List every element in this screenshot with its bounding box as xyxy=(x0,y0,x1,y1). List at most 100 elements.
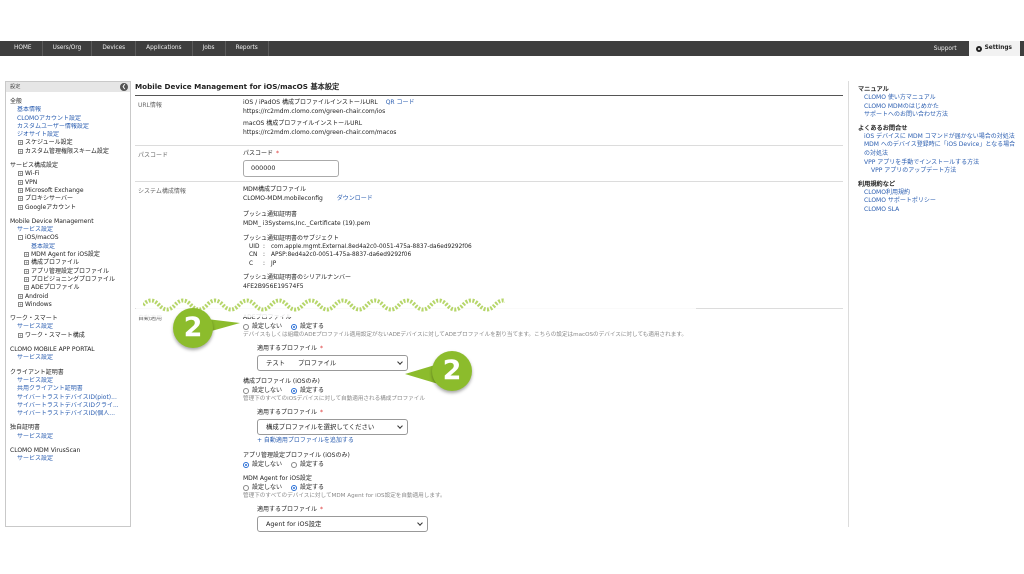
radio-label: 設定しない xyxy=(252,461,283,468)
expand-icon[interactable]: + xyxy=(18,179,23,185)
expand-icon[interactable]: + xyxy=(24,252,29,258)
sidebar-link-shared-client-cert[interactable]: 共用クライアント証明書 xyxy=(6,385,130,393)
required-mark: * xyxy=(276,150,280,157)
chevron-down-icon xyxy=(417,520,423,526)
expand-icon[interactable]: + xyxy=(24,285,29,291)
nav-reports[interactable]: Reports xyxy=(226,41,269,56)
expand-icon[interactable]: + xyxy=(18,187,23,193)
sidebar-link-basic-info[interactable]: 基本情報 xyxy=(6,106,130,114)
sidebar-link-cybertrust-personal[interactable]: サイバートラストデバイスID(個人... xyxy=(6,410,130,418)
collapse-icon[interactable]: - xyxy=(18,235,23,241)
help-group-faq: よくあるお問合せ iOS デバイスに MDM コマンドが届かない場合の対処法 M… xyxy=(858,124,1018,176)
help-link-support-contact[interactable]: サポートへのお問い合わせ方法 xyxy=(858,111,1018,120)
sidebar-link-ios-basic[interactable]: 基本設定 xyxy=(6,243,130,251)
select-value: テスト プロファイル xyxy=(266,359,337,367)
mdm-profile-row: CLOMO-MDM.mobileconfig ダウンロード xyxy=(243,194,843,203)
sidebar-group-title: クライアント証明書 xyxy=(10,368,64,376)
help-link-usage-manual[interactable]: CLOMO 使い方マニュアル xyxy=(858,94,1018,103)
passcode-input[interactable]: 000000 xyxy=(243,160,339,177)
config-radio-on[interactable] xyxy=(291,387,298,394)
sidebar-node-custom-permission[interactable]: + カスタム管理権限スキーム設定 xyxy=(6,148,130,156)
ade-radio-group: 設定しない 設定する xyxy=(243,322,843,331)
sidebar-link-work-smart-service[interactable]: サービス設定 xyxy=(6,323,130,331)
sidebar-link-own-cert-service[interactable]: サービス設定 xyxy=(6,433,130,441)
sidebar-node-config-profile[interactable]: + 構成プロファイル xyxy=(6,259,130,267)
qr-code-link[interactable]: QR コード xyxy=(386,99,415,106)
expand-icon[interactable]: + xyxy=(18,293,23,299)
sidebar-link-cybertrust-piot[interactable]: サイバートラストデバイスID(piot)... xyxy=(6,394,130,402)
sidebar-node-vpn[interactable]: + VPN xyxy=(6,179,130,187)
help-link-sla[interactable]: CLOMO SLA xyxy=(858,206,1018,215)
help-link-vpp-update[interactable]: VPP アプリのアップデート方法 xyxy=(858,167,1018,176)
config-profile-select[interactable]: 構成プロファイルを選択してください xyxy=(257,419,408,435)
help-link-getting-started[interactable]: CLOMO MDMのはじめかた xyxy=(858,103,1018,112)
expand-icon[interactable]: + xyxy=(18,171,23,177)
sidebar-group-title: CLOMO MOBILE APP PORTAL xyxy=(10,346,95,354)
sidebar-link-cybertrust-client[interactable]: サイバートラストデバイスIDクライ... xyxy=(6,402,130,410)
mdm-profile-file: CLOMO-MDM.mobileconfig xyxy=(243,195,323,202)
sidebar-group-work-smart: ワーク・スマート サービス設定 + ワーク・スマート構成 xyxy=(6,315,130,340)
sidebar-link-clomo-account[interactable]: CLOMOアカウント設定 xyxy=(6,115,130,123)
system-config-section: システム構成情報 MDM構成プロファイル CLOMO-MDM.mobilecon… xyxy=(135,182,843,309)
sidebar-link-custom-user-info[interactable]: カスタムユーザー情報設定 xyxy=(6,123,130,131)
nav-applications[interactable]: Applications xyxy=(136,41,193,56)
sidebar-node-google-account[interactable]: + Googleアカウント xyxy=(6,204,130,212)
nav-devices[interactable]: Devices xyxy=(92,41,137,56)
sidebar-group-own-cert: 独自証明書 サービス設定 xyxy=(6,424,130,441)
expand-icon[interactable]: + xyxy=(18,140,23,146)
sidebar-node-windows[interactable]: + Windows xyxy=(6,301,130,309)
nav-jobs[interactable]: Jobs xyxy=(193,41,226,56)
sidebar-node-proxy[interactable]: + プロキシサーバー xyxy=(6,195,130,203)
sidebar-link-virusscan-service[interactable]: サービス設定 xyxy=(6,455,130,463)
sidebar-node-label: アプリ管理設定プロファイル xyxy=(31,267,110,275)
sidebar-node-ade-profile[interactable]: + ADEプロファイル xyxy=(6,284,130,292)
sidebar-node-wifi[interactable]: + Wi-Fi xyxy=(6,170,130,178)
help-link-vpp-install[interactable]: VPP アプリを手動でインストールする方法 xyxy=(858,159,1018,168)
sidebar-node-schedule[interactable]: + スケジュール設定 xyxy=(6,139,130,147)
add-auto-profile-link[interactable]: + 自動適用プロファイルを追加する xyxy=(257,436,843,445)
config-description: 管理下のすべてのiOSデバイスに対して自動適用される構成プロファイル xyxy=(243,396,425,402)
nav-support[interactable]: Support xyxy=(922,46,969,52)
expand-icon[interactable]: + xyxy=(18,301,23,307)
sidebar-node-app-mgmt-profile[interactable]: + アプリ管理設定プロファイル xyxy=(6,268,130,276)
sidebar-node-label: Android xyxy=(25,292,49,300)
radio-label: 設定しない xyxy=(252,387,283,394)
sidebar-node-work-smart-config[interactable]: + ワーク・スマート構成 xyxy=(6,332,130,340)
expand-icon[interactable]: + xyxy=(18,148,23,154)
nav-users-org[interactable]: Users/Org xyxy=(43,41,93,56)
agent-profile-select[interactable]: Agent for iOS設定 xyxy=(257,516,428,532)
expand-icon[interactable]: + xyxy=(24,260,29,266)
sidebar-node-ios-macos[interactable]: - iOS/macOS xyxy=(6,234,130,242)
nav-home[interactable]: HOME xyxy=(0,41,43,56)
radio-label: 設定する xyxy=(300,461,325,468)
agent-radio-off[interactable] xyxy=(243,484,249,491)
nav-settings-tab[interactable]: Settings xyxy=(968,41,1020,56)
help-link-support-policy[interactable]: CLOMO サポートポリシー xyxy=(858,197,1018,206)
chevron-left-icon[interactable]: ❮ xyxy=(120,83,128,91)
sidebar-node-label: Windows xyxy=(25,300,52,308)
sidebar-link-mdm-service[interactable]: サービス設定 xyxy=(6,226,130,234)
sidebar-node-label: プロキシサーバー xyxy=(25,195,73,203)
agent-radio-on[interactable] xyxy=(291,484,298,491)
download-link[interactable]: ダウンロード xyxy=(337,195,373,202)
expand-icon[interactable]: + xyxy=(24,276,29,282)
sidebar-node-provisioning-profile[interactable]: + プロビジョニングプロファイル xyxy=(6,276,130,284)
sidebar-node-android[interactable]: + Android xyxy=(6,293,130,301)
subject-separator: : xyxy=(263,244,265,250)
app-mgmt-radio-on[interactable] xyxy=(291,461,298,468)
app-mgmt-radio-off[interactable] xyxy=(243,461,249,468)
sidebar-group-title: Mobile Device Management xyxy=(10,217,94,225)
config-radio-off[interactable] xyxy=(243,387,249,394)
sidebar-link-portal-service[interactable]: サービス設定 xyxy=(6,354,130,362)
expand-icon[interactable]: + xyxy=(18,332,23,338)
ade-radio-on[interactable] xyxy=(291,323,298,330)
ade-profile-select[interactable]: テスト プロファイル xyxy=(257,355,408,371)
help-link-ios-device[interactable]: MDM へのデバイス登録時に「iOS Device」となる場合の対処法 xyxy=(858,141,1018,158)
expand-icon[interactable]: + xyxy=(18,204,23,210)
ade-radio-off[interactable] xyxy=(243,323,249,330)
expand-icon[interactable]: + xyxy=(24,268,29,274)
ade-description: デバイスもしくは組織のADEプロファイル適用設定がないADEデバイスに対してAD… xyxy=(243,332,687,338)
expand-icon[interactable]: + xyxy=(18,196,23,202)
sidebar-node-exchange[interactable]: + Microsoft Exchange xyxy=(6,187,130,195)
sidebar-link-client-cert-service[interactable]: サービス設定 xyxy=(6,377,130,385)
